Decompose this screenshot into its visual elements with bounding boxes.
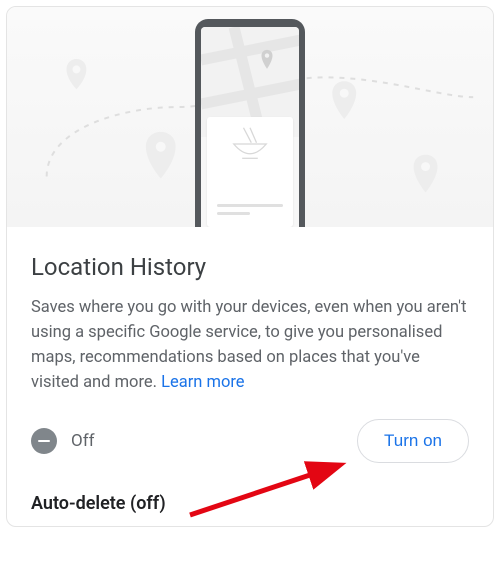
hero-illustration [7,7,493,227]
turn-on-button[interactable]: Turn on [357,419,469,463]
description-text: Saves where you go with your devices, ev… [31,298,466,392]
phone-mockup [195,19,305,227]
status-left: Off [31,428,95,454]
minus-icon [38,440,50,443]
auto-delete-title: Auto-delete (off) [31,493,469,514]
settings-card: Location History Saves where you go with… [6,6,494,527]
status-row: Off Turn on [31,413,469,485]
status-label: Off [71,431,95,451]
learn-more-link[interactable]: Learn more [161,373,244,392]
card-content: Location History Saves where you go with… [7,227,493,526]
card-description: Saves where you go with your devices, ev… [31,295,469,395]
status-off-icon [31,428,57,454]
phone-content-card [207,117,293,227]
card-title: Location History [31,253,469,281]
bowl-icon [224,123,276,165]
